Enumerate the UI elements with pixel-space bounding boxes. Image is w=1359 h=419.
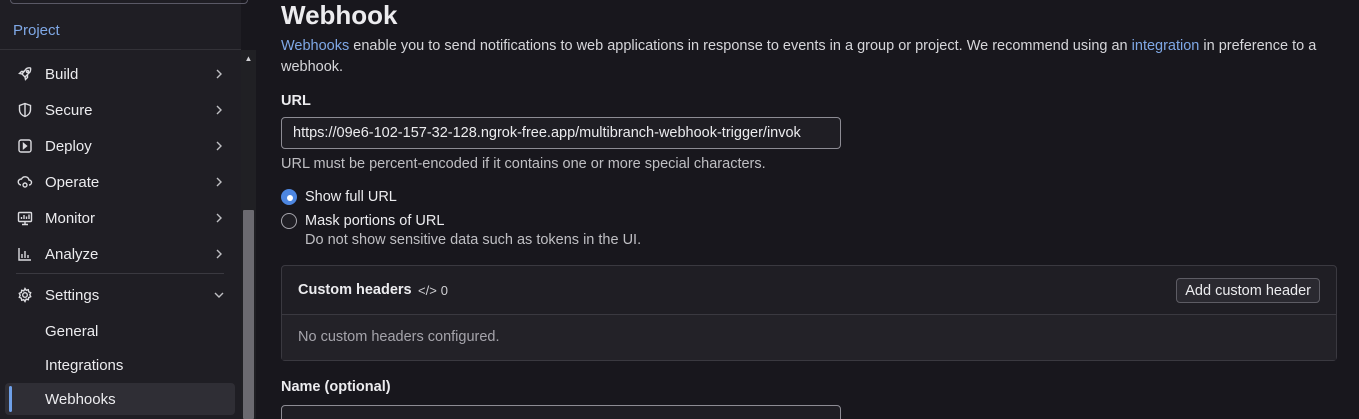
custom-headers-count-value: 0 (440, 283, 449, 298)
sidebar-subitem-label: Integrations (45, 356, 124, 374)
sidebar-item-label: Monitor (45, 209, 96, 227)
sidebar-subitem-label: General (45, 322, 99, 340)
show-full-url-label: Show full URL (305, 189, 397, 205)
monitor-icon (16, 209, 34, 227)
sidebar-subitem-integrations[interactable]: Integrations (5, 349, 235, 381)
show-full-url-option[interactable]: Show full URL (281, 189, 397, 205)
sidebar-item-label: Operate (45, 173, 100, 191)
scroll-up-arrow-icon[interactable]: ▲ (241, 50, 256, 66)
chevron-right-icon (213, 140, 225, 152)
name-input[interactable] (281, 405, 841, 419)
sidebar-divider-top (0, 49, 241, 50)
sidebar: Project Build Secure Deploy Operate Moni… (0, 0, 248, 419)
sidebar-search-input[interactable] (10, 0, 248, 4)
gear-icon (16, 286, 34, 304)
sidebar-item-label: Build (45, 65, 79, 83)
url-label: URL (281, 93, 311, 109)
cloud-gear-icon (16, 173, 34, 191)
sidebar-item-secure[interactable]: Secure (0, 92, 236, 128)
integration-link[interactable]: integration (1132, 38, 1200, 54)
name-label: Name (optional) (281, 379, 391, 395)
sidebar-item-deploy[interactable]: Deploy (0, 128, 236, 164)
custom-headers-card: Custom headers </> 0 Add custom header N… (281, 265, 1337, 361)
sidebar-item-analyze[interactable]: Analyze (0, 236, 236, 272)
page-title: Webhook (281, 0, 398, 30)
add-custom-header-button[interactable]: Add custom header (1176, 278, 1320, 303)
chevron-right-icon (213, 104, 225, 116)
sidebar-subitem-webhooks[interactable]: Webhooks (5, 383, 235, 415)
sidebar-item-label: Settings (45, 286, 100, 304)
sidebar-section-title: Project (13, 22, 60, 39)
rocket-icon (16, 65, 34, 83)
deploy-icon (16, 137, 34, 155)
sidebar-subitem-general[interactable]: General (5, 315, 235, 347)
chart-icon (16, 245, 34, 263)
custom-headers-body: No custom headers configured. (282, 315, 1336, 360)
main-content: Webhook Webhooks enable you to send noti… (256, 0, 1359, 419)
intro-text: Webhooks enable you to send notification… (281, 36, 1341, 78)
chevron-right-icon (213, 176, 225, 188)
sidebar-subitem-label: Webhooks (45, 390, 116, 408)
url-help-text: URL must be percent-encoded if it contai… (281, 156, 766, 172)
chevron-right-icon (213, 212, 225, 224)
sidebar-item-settings[interactable]: Settings (0, 277, 236, 313)
sidebar-item-operate[interactable]: Operate (0, 164, 236, 200)
url-input[interactable] (281, 117, 841, 149)
sidebar-item-build[interactable]: Build (0, 56, 236, 92)
sidebar-item-monitor[interactable]: Monitor (0, 200, 236, 236)
custom-headers-empty-text: No custom headers configured. (298, 329, 500, 345)
chevron-right-icon (213, 248, 225, 260)
intro-text-part1: enable you to send notifications to web … (349, 38, 1132, 54)
active-indicator (9, 386, 12, 412)
sidebar-item-label: Deploy (45, 137, 92, 155)
webhooks-docs-link[interactable]: Webhooks (281, 38, 349, 54)
mask-url-label: Mask portions of URL (305, 213, 445, 229)
custom-headers-header: Custom headers </> 0 Add custom header (282, 266, 1336, 315)
sidebar-scrollbar-thumb[interactable] (243, 210, 254, 419)
mask-url-help-text: Do not show sensitive data such as token… (305, 232, 642, 248)
sidebar-item-label: Secure (45, 101, 93, 119)
show-full-url-radio[interactable] (281, 189, 297, 205)
chevron-down-icon (213, 289, 225, 301)
mask-url-radio[interactable] (281, 213, 297, 229)
chevron-right-icon (213, 68, 225, 80)
sidebar-item-label: Analyze (45, 245, 99, 263)
custom-headers-count: </> 0 (418, 283, 448, 298)
sidebar-divider (16, 273, 224, 274)
mask-url-option[interactable]: Mask portions of URL (281, 213, 444, 229)
custom-headers-title: Custom headers (298, 282, 412, 298)
shield-icon (16, 101, 34, 119)
code-icon: </> (418, 283, 437, 298)
